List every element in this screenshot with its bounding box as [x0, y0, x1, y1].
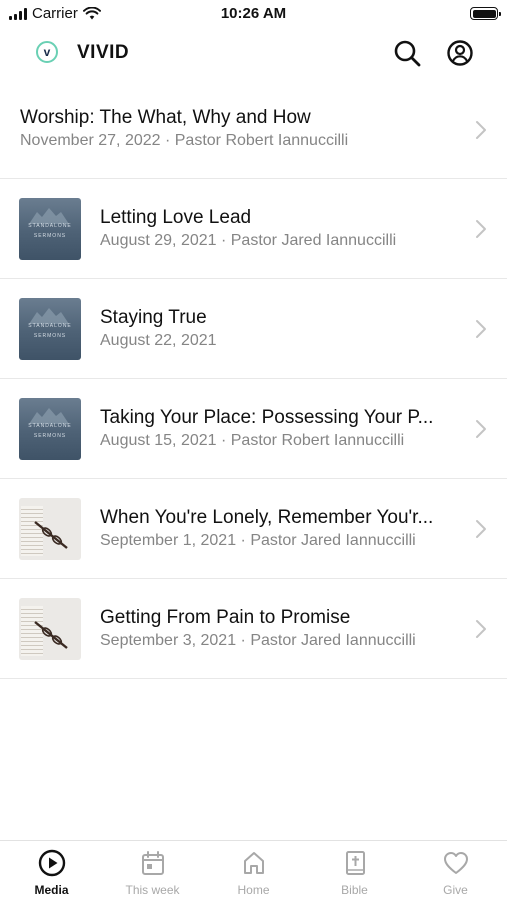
sermon-subtitle: September 1, 2021 · Pastor Jared Iannucc… — [100, 532, 416, 549]
search-icon[interactable] — [392, 38, 422, 68]
chevron-right-icon — [476, 520, 486, 538]
sermon-subtitle: August 29, 2021 · Pastor Jared Iannuccil… — [100, 232, 397, 249]
tab-label: Give — [443, 883, 468, 897]
thumbnail-line1: STANDALONE — [28, 223, 72, 229]
app-header: v VIVID — [0, 30, 507, 76]
sermon-row[interactable]: STANDALONE SERMONS Staying True August 2… — [0, 279, 507, 379]
heart-icon — [443, 852, 468, 874]
chevron-right-icon — [476, 320, 486, 338]
thumbnail-line1: STANDALONE — [28, 323, 72, 329]
sermon-subtitle: November 27, 2022 · Pastor Robert Iannuc… — [20, 132, 349, 149]
thumbnail-line2: SERMONS — [33, 233, 67, 239]
logo-letter: v — [43, 45, 51, 59]
tab-label: Media — [34, 883, 69, 897]
standalone-sermons-thumbnail: STANDALONE SERMONS — [19, 298, 81, 360]
tab-label: Bible — [341, 883, 368, 897]
home-icon — [243, 852, 264, 874]
tab-label: Home — [237, 883, 270, 897]
standalone-sermons-thumbnail: STANDALONE SERMONS — [19, 198, 81, 260]
calendar-icon — [141, 851, 164, 875]
tab-give[interactable]: Give — [405, 847, 506, 900]
bible-icon — [345, 851, 365, 875]
sermon-title: When You're Lonely, Remember You'r... — [100, 507, 434, 528]
sermon-title: Worship: The What, Why and How — [20, 107, 311, 128]
sermon-row[interactable]: Getting From Pain to Promise September 3… — [0, 579, 507, 679]
account-icon[interactable] — [445, 38, 475, 68]
battery-icon — [470, 7, 501, 20]
sermon-title: Taking Your Place: Possessing Your P... — [100, 407, 434, 428]
thumbnail-line2: SERMONS — [33, 433, 67, 439]
tab-label: This week — [125, 883, 180, 897]
tab-home[interactable]: Home — [203, 847, 304, 900]
thumbnail-line2: SERMONS — [33, 333, 67, 339]
sermon-title: Letting Love Lead — [100, 207, 252, 228]
sermon-row[interactable]: STANDALONE SERMONS Letting Love Lead Aug… — [0, 179, 507, 279]
sermon-title: Staying True — [100, 307, 207, 328]
sermon-title: Getting From Pain to Promise — [100, 607, 351, 628]
tab-this-week[interactable]: This week — [102, 847, 203, 900]
chevron-right-icon — [476, 220, 486, 238]
sermon-subtitle: August 22, 2021 — [100, 332, 217, 349]
sermon-list: Worship: The What, Why and How November … — [0, 80, 507, 679]
status-time: 10:26 AM — [220, 5, 287, 22]
sermon-subtitle: August 15, 2021 · Pastor Robert Iannucci… — [100, 432, 405, 449]
status-bar: Carrier 10:26 AM — [0, 0, 507, 28]
vivid-logo-icon[interactable]: v — [36, 41, 58, 63]
chevron-right-icon — [476, 620, 486, 638]
play-circle-icon — [38, 849, 65, 877]
chevron-right-icon — [476, 420, 486, 438]
chevron-right-icon — [476, 121, 486, 139]
standalone-sermons-thumbnail: STANDALONE SERMONS — [19, 398, 81, 460]
sermon-subtitle: September 3, 2021 · Pastor Jared Iannucc… — [100, 632, 416, 649]
tab-bar: Media This week Home Bible Give — [0, 840, 507, 900]
glasses-book-thumbnail — [19, 498, 81, 560]
tab-media[interactable]: Media — [1, 847, 102, 900]
sermon-row[interactable]: Worship: The What, Why and How November … — [0, 80, 507, 179]
glasses-book-thumbnail — [19, 598, 81, 660]
thumbnail-line1: STANDALONE — [28, 423, 72, 429]
sermon-row[interactable]: When You're Lonely, Remember You'r... Se… — [0, 479, 507, 579]
app-title: VIVID — [77, 42, 130, 63]
sermon-row[interactable]: STANDALONE SERMONS Taking Your Place: Po… — [0, 379, 507, 479]
tab-bible[interactable]: Bible — [304, 847, 405, 900]
